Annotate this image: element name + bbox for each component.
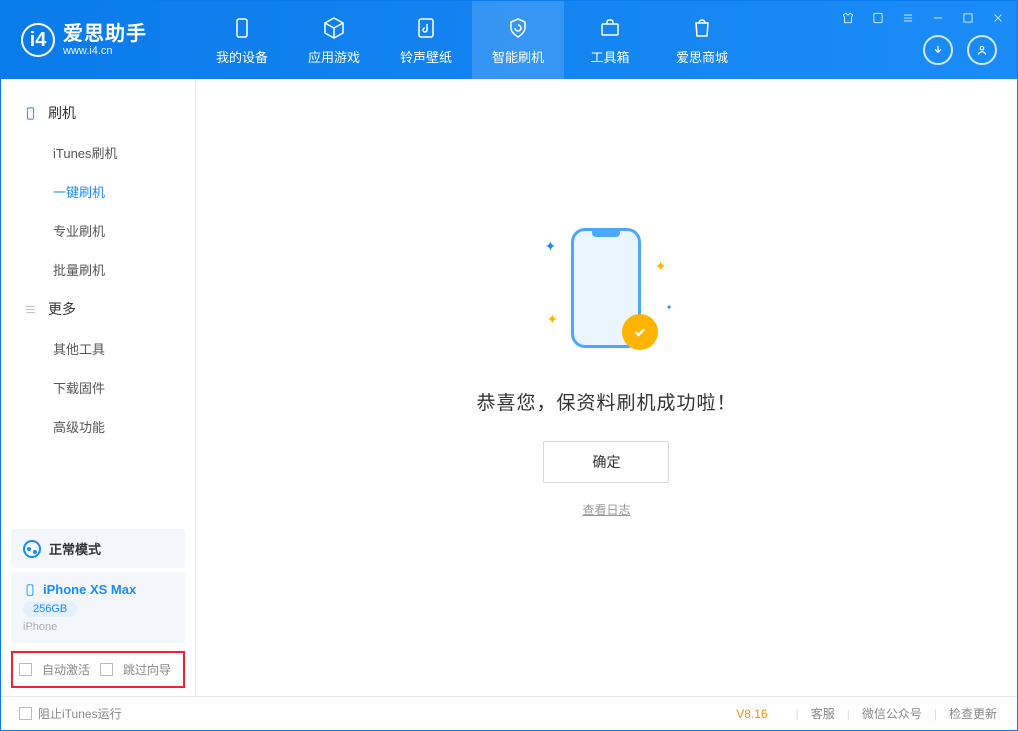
nav-tab-ringtones[interactable]: 铃声壁纸 bbox=[380, 1, 472, 79]
sidebar-item-batch-flash[interactable]: 批量刷机 bbox=[1, 250, 195, 289]
feedback-icon[interactable] bbox=[867, 7, 889, 29]
app-name: 爱思助手 bbox=[63, 23, 147, 45]
footer-link-update[interactable]: 检查更新 bbox=[947, 705, 999, 722]
checkbox-skip-guide[interactable] bbox=[100, 663, 113, 676]
refresh-shield-icon bbox=[505, 15, 531, 41]
sidebar-group-flash: 刷机 bbox=[1, 93, 195, 133]
download-icon[interactable] bbox=[923, 35, 953, 65]
footer-link-support[interactable]: 客服 bbox=[809, 705, 837, 722]
nav-tab-shop[interactable]: 爱思商城 bbox=[656, 1, 748, 79]
sidebar-item-download-firmware[interactable]: 下载固件 bbox=[1, 368, 195, 407]
cube-icon bbox=[321, 15, 347, 41]
app-url: www.i4.cn bbox=[63, 45, 147, 57]
skin-icon[interactable] bbox=[837, 7, 859, 29]
titlebar-controls bbox=[837, 7, 1009, 29]
success-illustration: ✦✦✦✦ bbox=[516, 218, 696, 368]
device-small-icon bbox=[23, 583, 37, 597]
ok-button[interactable]: 确定 bbox=[543, 441, 669, 483]
success-message: 恭喜您，保资料刷机成功啦！ bbox=[476, 388, 736, 415]
maximize-icon[interactable] bbox=[957, 7, 979, 29]
header: i4 爱思助手 www.i4.cn 我的设备 应用游戏 铃声壁纸 智能刷机 bbox=[1, 1, 1017, 79]
sidebar-item-pro-flash[interactable]: 专业刷机 bbox=[1, 211, 195, 250]
checkbox-block-itunes[interactable] bbox=[19, 707, 32, 720]
logo-icon: i4 bbox=[21, 23, 55, 57]
shop-icon bbox=[689, 15, 715, 41]
minimize-icon[interactable] bbox=[927, 7, 949, 29]
sidebar-item-advanced[interactable]: 高级功能 bbox=[1, 407, 195, 446]
highlighted-checkboxes: 自动激活 跳过向导 bbox=[11, 651, 185, 688]
checkmark-badge-icon bbox=[622, 314, 658, 350]
nav-tabs: 我的设备 应用游戏 铃声壁纸 智能刷机 工具箱 爱思商城 bbox=[196, 1, 748, 79]
sidebar-item-itunes-flash[interactable]: iTunes刷机 bbox=[1, 133, 195, 172]
header-right-icons bbox=[923, 35, 997, 65]
close-icon[interactable] bbox=[987, 7, 1009, 29]
storage-badge: 256GB bbox=[23, 601, 77, 617]
logo: i4 爱思助手 www.i4.cn bbox=[1, 23, 196, 57]
music-file-icon bbox=[413, 15, 439, 41]
checkbox-auto-activate[interactable] bbox=[19, 663, 32, 676]
mode-card[interactable]: 正常模式 bbox=[11, 529, 185, 568]
nav-tab-device[interactable]: 我的设备 bbox=[196, 1, 288, 79]
nav-tab-toolbox[interactable]: 工具箱 bbox=[564, 1, 656, 79]
list-icon bbox=[23, 302, 38, 317]
sidebar: 刷机 iTunes刷机 一键刷机 专业刷机 批量刷机 更多 其他工具 下载固件 … bbox=[1, 79, 196, 696]
device-card[interactable]: iPhone XS Max 256GB iPhone bbox=[11, 572, 185, 643]
body: 刷机 iTunes刷机 一键刷机 专业刷机 批量刷机 更多 其他工具 下载固件 … bbox=[1, 79, 1017, 696]
phone-icon bbox=[23, 106, 38, 121]
sidebar-item-onekey-flash[interactable]: 一键刷机 bbox=[1, 172, 195, 211]
version-label: V8.16 bbox=[736, 707, 767, 721]
sidebar-group-more: 更多 bbox=[1, 289, 195, 329]
device-icon bbox=[229, 15, 255, 41]
main-content: ✦✦✦✦ 恭喜您，保资料刷机成功啦！ 确定 查看日志 bbox=[196, 79, 1017, 696]
mode-icon bbox=[23, 540, 41, 558]
nav-tab-flash[interactable]: 智能刷机 bbox=[472, 1, 564, 79]
toolbox-icon bbox=[597, 15, 623, 41]
nav-tab-apps[interactable]: 应用游戏 bbox=[288, 1, 380, 79]
footer: 阻止iTunes运行 V8.16 | 客服 | 微信公众号 | 检查更新 bbox=[1, 696, 1017, 730]
sidebar-item-other-tools[interactable]: 其他工具 bbox=[1, 329, 195, 368]
footer-link-wechat[interactable]: 微信公众号 bbox=[860, 705, 924, 722]
app-window: i4 爱思助手 www.i4.cn 我的设备 应用游戏 铃声壁纸 智能刷机 bbox=[0, 0, 1018, 731]
view-log-link[interactable]: 查看日志 bbox=[476, 501, 736, 518]
menu-icon[interactable] bbox=[897, 7, 919, 29]
success-block: ✦✦✦✦ 恭喜您，保资料刷机成功啦！ 确定 查看日志 bbox=[476, 218, 736, 518]
user-icon[interactable] bbox=[967, 35, 997, 65]
